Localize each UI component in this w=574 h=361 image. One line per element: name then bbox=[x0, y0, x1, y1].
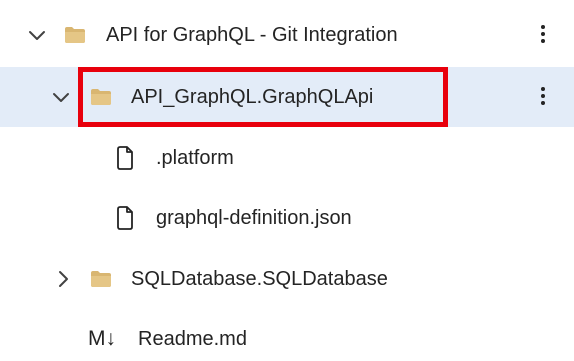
folder-icon bbox=[91, 89, 111, 105]
chevron-right-icon[interactable] bbox=[52, 268, 74, 290]
chevron-down-icon[interactable] bbox=[50, 86, 72, 108]
folder-icon bbox=[91, 271, 111, 287]
tree-item-label: API_GraphQL.GraphQLApi bbox=[131, 86, 374, 108]
tree-item-graphql-folder[interactable]: API_GraphQL.GraphQLApi bbox=[0, 67, 574, 127]
file-icon bbox=[117, 146, 133, 170]
tree-item-label: Readme.md bbox=[138, 328, 247, 350]
file-icon bbox=[117, 206, 133, 230]
folder-icon bbox=[65, 27, 85, 43]
tree-item-graphql-definition-file[interactable]: graphql-definition.json bbox=[0, 188, 574, 248]
tree-item-root-folder[interactable]: API for GraphQL - Git Integration bbox=[0, 5, 574, 65]
markdown-icon: M↓ bbox=[88, 327, 116, 350]
tree-item-label: API for GraphQL - Git Integration bbox=[106, 24, 398, 46]
tree-item-sqldatabase-folder[interactable]: SQLDatabase.SQLDatabase bbox=[0, 249, 574, 309]
chevron-down-icon[interactable] bbox=[26, 24, 48, 46]
tree-item-label: .platform bbox=[156, 147, 234, 169]
more-options-icon[interactable] bbox=[534, 23, 552, 47]
file-tree: API for GraphQL - Git Integration API_Gr… bbox=[0, 0, 574, 361]
tree-item-platform-file[interactable]: .platform bbox=[0, 128, 574, 188]
tree-item-label: SQLDatabase.SQLDatabase bbox=[131, 268, 388, 290]
tree-item-label: graphql-definition.json bbox=[156, 207, 352, 229]
tree-item-readme-file[interactable]: M↓ Readme.md bbox=[0, 309, 574, 361]
more-options-icon[interactable] bbox=[534, 85, 552, 109]
